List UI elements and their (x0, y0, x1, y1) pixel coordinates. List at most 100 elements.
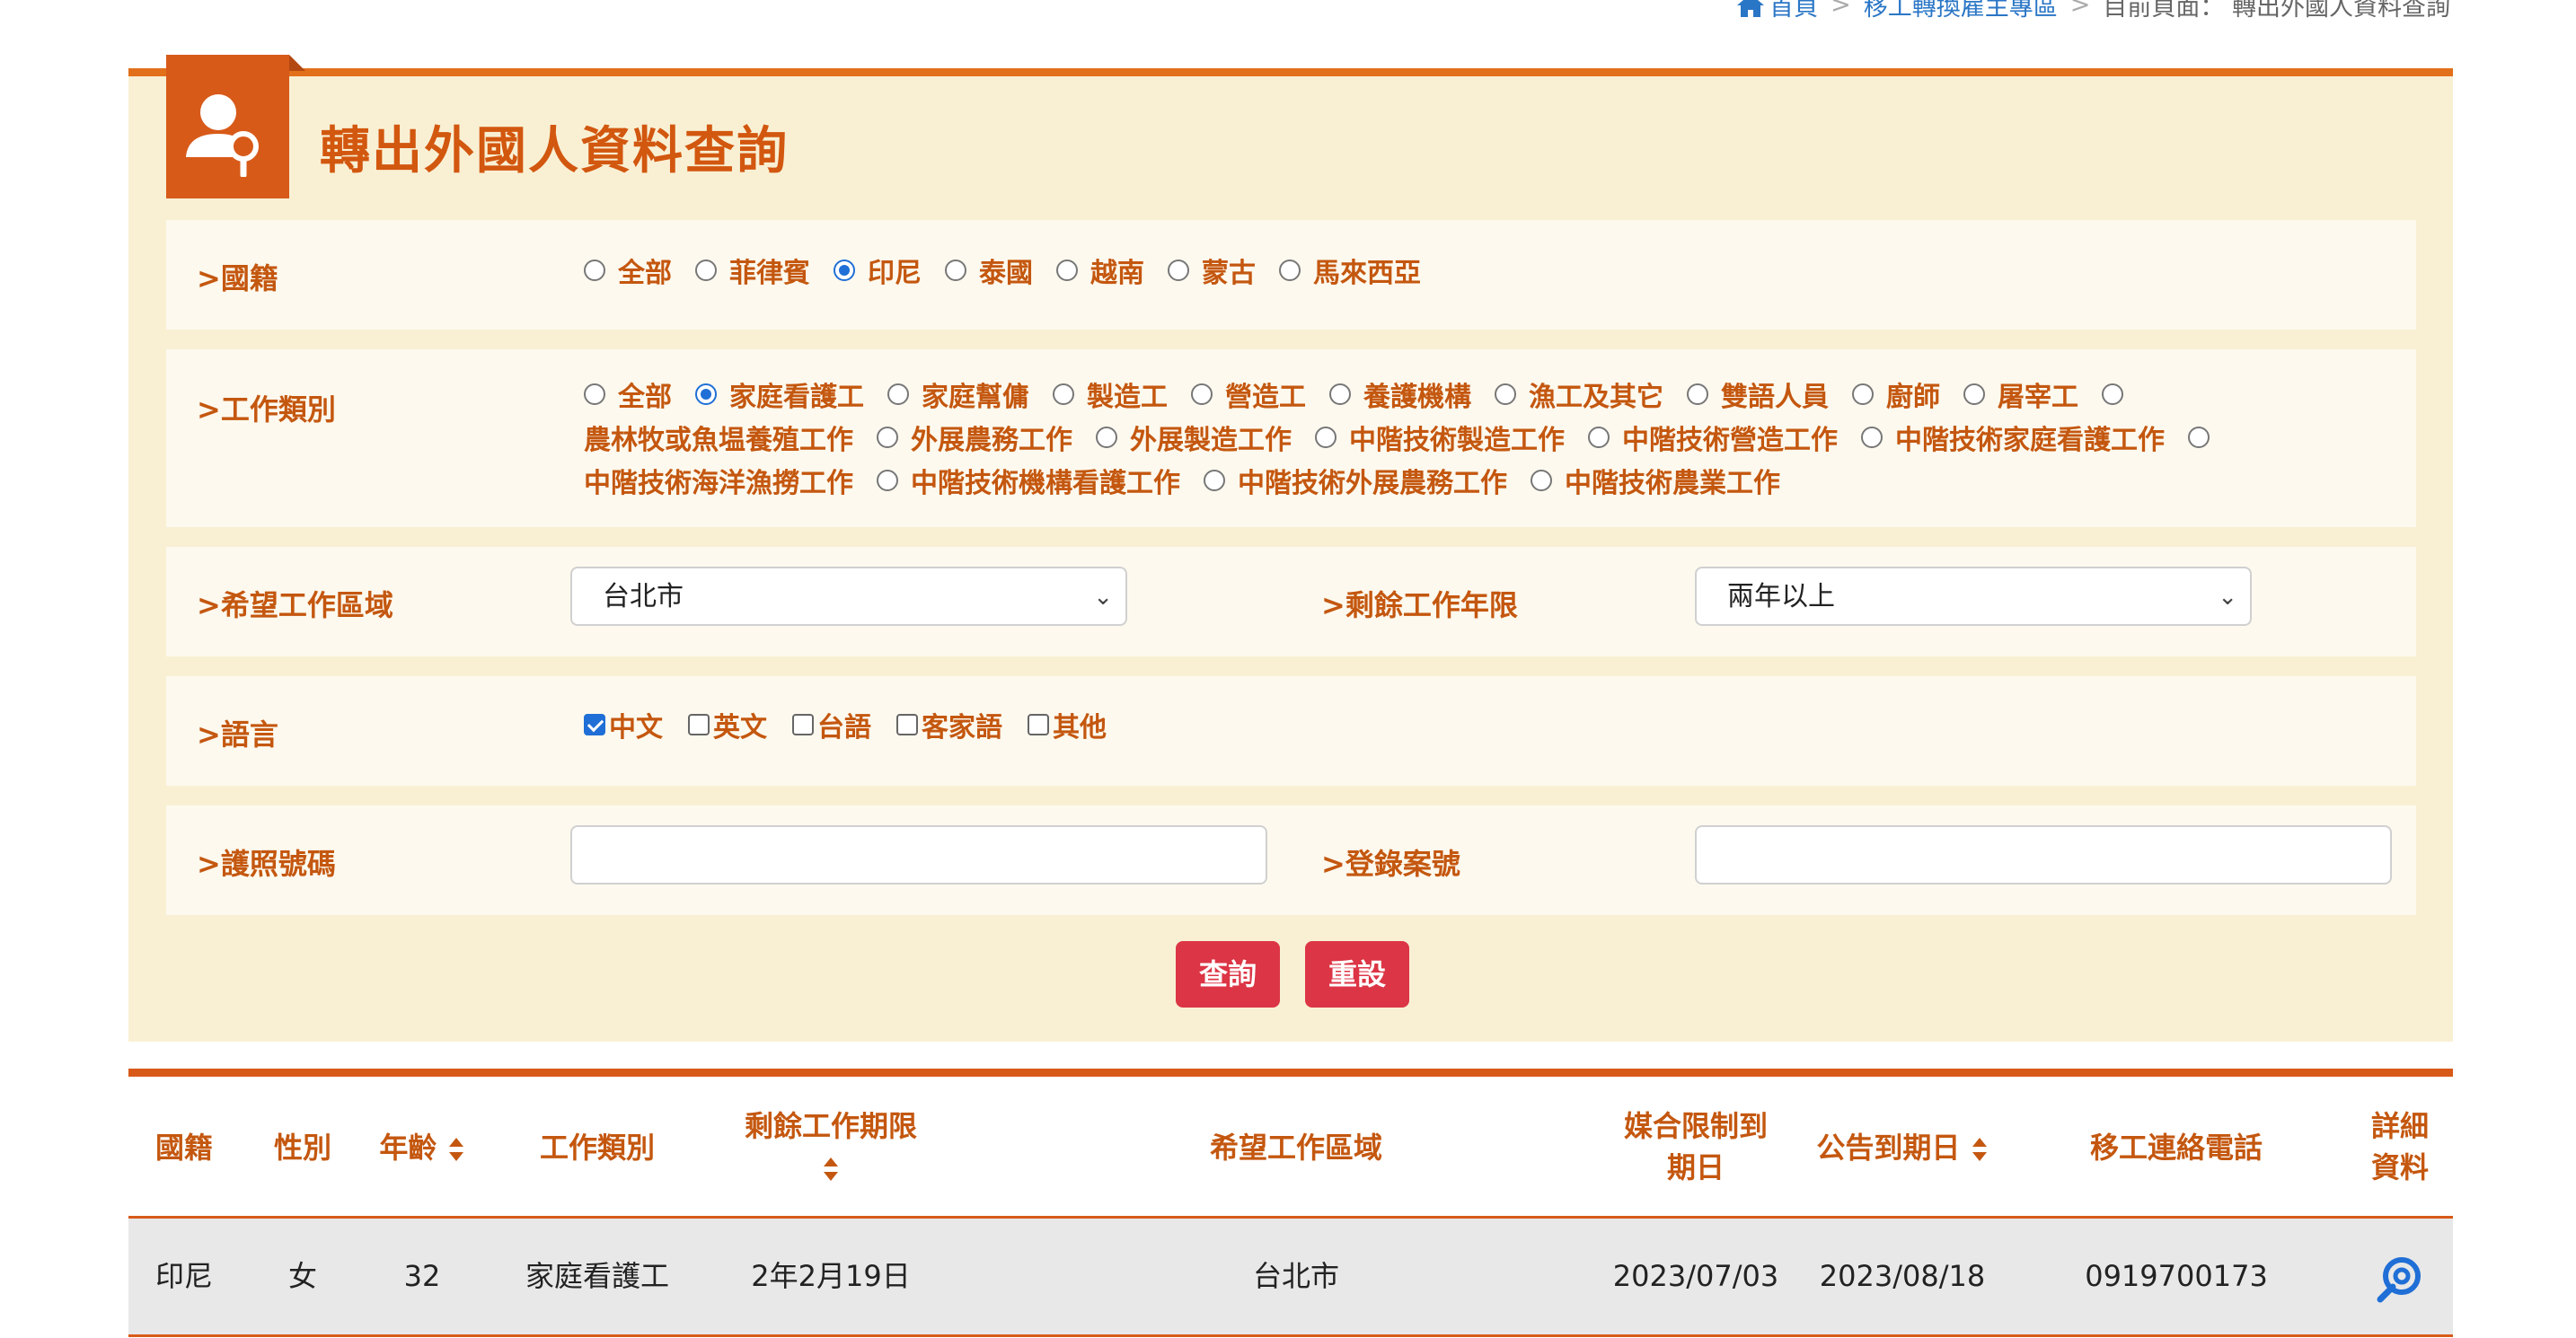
nationality-radio-vietnam[interactable] (1056, 260, 1078, 281)
language-checkbox-taiwanese[interactable] (792, 714, 814, 735)
job-type-options-line-2: 農林牧或魚塭養殖工作 外展農務工作 外展製造工作 中階技術製造工作 中階技術營造… (584, 418, 2222, 457)
case-number-input[interactable] (1695, 825, 2392, 885)
job-type-option-label[interactable]: 中階技術家庭看護工作 (1895, 418, 2165, 457)
job-type-radio[interactable] (584, 383, 605, 405)
language-options: 中文 英文 台語 客家語 其他 (584, 705, 1132, 744)
nationality-option-label[interactable]: 馬來西亞 (1313, 251, 1421, 290)
sort-icon[interactable] (447, 1136, 465, 1163)
sort-icon[interactable] (1971, 1136, 1989, 1163)
nationality-radio-mongolia[interactable] (1168, 260, 1189, 281)
job-type-option-label[interactable]: 農林牧或魚塭養殖工作 (584, 418, 853, 457)
user-search-icon (186, 94, 259, 177)
breadcrumb-home-link[interactable]: 首頁 (1769, 0, 1818, 22)
nationality-radio-all[interactable] (584, 260, 605, 281)
header-detail: 詳細 資料 (2347, 1105, 2453, 1188)
nationality-option-label[interactable]: 越南 (1090, 251, 1144, 290)
job-type-radio[interactable] (887, 383, 909, 405)
language-option-label[interactable]: 英文 (713, 705, 767, 744)
nationality-option-label[interactable]: 全部 (618, 251, 672, 290)
job-type-radio[interactable] (1096, 427, 1117, 448)
reset-button[interactable]: 重設 (1305, 941, 1409, 1008)
job-type-options-line-3: 中階技術海洋漁撈工作 中階技術機構看護工作 中階技術外展農務工作 中階技術農業工… (584, 461, 1804, 500)
sort-icon[interactable] (822, 1156, 840, 1183)
job-type-radio[interactable] (2188, 427, 2210, 448)
nationality-option-label[interactable]: 菲律賓 (729, 251, 810, 290)
area-select[interactable]: 台北市 ⌄ (570, 567, 1127, 626)
breadcrumb-separator: > (1831, 0, 1851, 19)
job-type-option-label[interactable]: 漁工及其它 (1529, 374, 1663, 414)
nationality-label: 國籍 (197, 256, 278, 297)
header-detail-line-2: 資料 (2370, 1150, 2429, 1184)
language-option-label[interactable]: 其他 (1053, 705, 1107, 744)
cell-age: 32 (403, 1259, 441, 1293)
job-type-option-label[interactable]: 中階技術製造工作 (1349, 418, 1565, 457)
language-label: 語言 (197, 712, 278, 753)
job-type-option-label[interactable]: 外展製造工作 (1130, 418, 1292, 457)
job-type-radio[interactable] (1204, 470, 1225, 491)
nationality-option-label[interactable]: 蒙古 (1202, 251, 1256, 290)
breadcrumb-section-link[interactable]: 移工轉換雇主專區 (1864, 0, 2058, 22)
job-type-option-label[interactable]: 中階技術海洋漁撈工作 (584, 461, 853, 500)
job-type-option-label[interactable]: 屠宰工 (1998, 374, 2078, 414)
job-type-option-label[interactable]: 外展農務工作 (911, 418, 1072, 457)
language-checkbox-english[interactable] (688, 714, 710, 735)
nationality-radio-malaysia[interactable] (1279, 260, 1301, 281)
job-type-radio[interactable] (1191, 383, 1213, 405)
job-type-radio[interactable] (1687, 383, 1708, 405)
nationality-option-label[interactable]: 印尼 (868, 251, 922, 290)
nationality-option-label[interactable]: 泰國 (979, 251, 1033, 290)
header-announce-cell[interactable]: 公告到期日 (1799, 1127, 2006, 1168)
cell-phone: 0919700173 (2085, 1259, 2268, 1293)
language-checkbox-chinese[interactable] (584, 714, 605, 735)
header-announce: 公告到期日 (1816, 1131, 1961, 1165)
language-checkbox-hakka[interactable] (896, 714, 918, 735)
job-type-option-label[interactable]: 家庭看護工 (729, 374, 864, 414)
job-type-radio[interactable] (1531, 470, 1552, 491)
remaining-select[interactable]: 兩年以上 ⌄ (1695, 567, 2252, 626)
passport-input[interactable] (570, 825, 1267, 885)
nationality-radio-philippines[interactable] (695, 260, 717, 281)
job-type-radio[interactable] (2102, 383, 2123, 405)
passport-row: 護照號碼 登錄案號 (166, 805, 2416, 915)
header-match-limit: 媒合限制到 期日 (1592, 1105, 1799, 1188)
area-row: 希望工作區域 台北市 ⌄ 剩餘工作年限 兩年以上 ⌄ (166, 547, 2416, 656)
job-type-radio[interactable] (1315, 427, 1337, 448)
home-icon[interactable] (1735, 0, 1766, 19)
job-type-radio[interactable] (877, 470, 898, 491)
language-option-label[interactable]: 台語 (817, 705, 871, 744)
language-checkbox-other[interactable] (1028, 714, 1049, 735)
job-type-option-label[interactable]: 中階技術營造工作 (1622, 418, 1838, 457)
job-type-option-label[interactable]: 全部 (618, 374, 672, 414)
header-detail-line-1: 詳細 (2370, 1109, 2429, 1143)
header-age-cell[interactable]: 年齡 (364, 1127, 481, 1168)
job-type-option-label[interactable]: 中階技術農業工作 (1565, 461, 1780, 500)
job-type-option-label[interactable]: 雙語人員 (1721, 374, 1829, 414)
page-title: 轉出外國人資料查詢 (320, 122, 789, 180)
job-type-radio[interactable] (695, 383, 717, 405)
job-type-option-label[interactable]: 中階技術機構看護工作 (911, 461, 1180, 500)
job-type-radio[interactable] (1495, 383, 1516, 405)
language-option-label[interactable]: 中文 (609, 705, 663, 744)
job-type-radio[interactable] (877, 427, 898, 448)
language-option-label[interactable]: 客家語 (922, 705, 1002, 744)
job-type-radio[interactable] (1963, 383, 1985, 405)
job-type-radio[interactable] (1053, 383, 1074, 405)
nationality-radio-thailand[interactable] (945, 260, 966, 281)
search-button[interactable]: 查詢 (1176, 941, 1280, 1008)
job-type-option-label[interactable]: 營造工 (1225, 374, 1306, 414)
job-type-option-label[interactable]: 製造工 (1087, 374, 1168, 414)
job-type-option-label[interactable]: 養護機構 (1363, 374, 1471, 414)
job-type-radio[interactable] (1329, 383, 1351, 405)
job-type-radio[interactable] (1861, 427, 1883, 448)
job-type-option-label[interactable]: 廚師 (1886, 374, 1940, 414)
job-type-radio[interactable] (1852, 383, 1874, 405)
job-type-option-label[interactable]: 家庭幫傭 (922, 374, 1029, 414)
breadcrumb-separator: > (2069, 0, 2091, 19)
nationality-radio-indonesia[interactable] (834, 260, 855, 281)
header-remaining-cell[interactable]: 剩餘工作期限 (714, 1105, 948, 1188)
detail-link-icon[interactable] (2375, 1253, 2425, 1303)
cell-area: 台北市 (1252, 1259, 1339, 1293)
cell-gender: 女 (287, 1259, 317, 1293)
job-type-option-label[interactable]: 中階技術外展農務工作 (1238, 461, 1507, 500)
job-type-radio[interactable] (1588, 427, 1610, 448)
